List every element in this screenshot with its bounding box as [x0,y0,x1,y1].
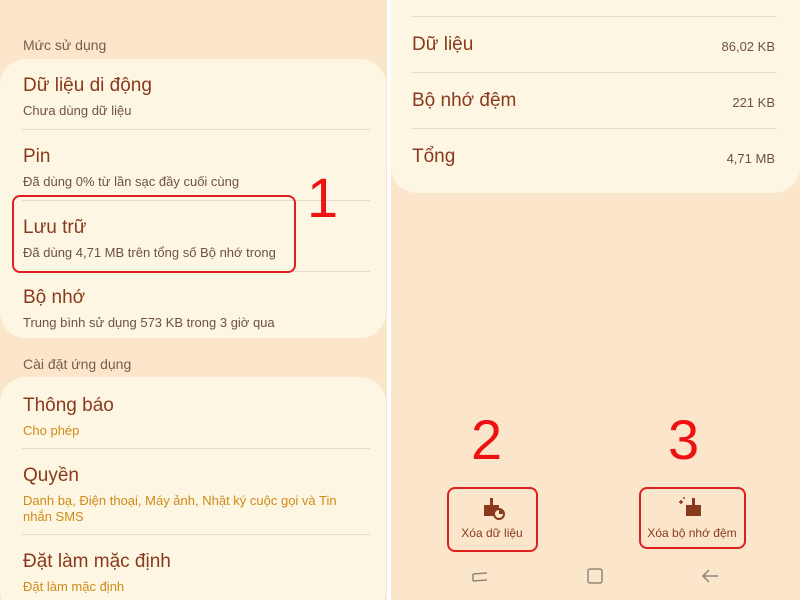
total-label: Tổng [412,146,456,167]
app-info-pane: Mức sử dụng Dữ liệu di động Chưa dùng dữ… [0,0,387,600]
app-settings-section-header: Cài đặt ứng dụng [23,356,132,372]
battery-title: Pin [23,146,51,167]
notifications-sub: Cho phép [23,423,80,438]
data-row: Dữ liệu 86,02 KB [412,34,775,90]
storage-summary-card: Dữ liệu 86,02 KB Bộ nhớ đệm 221 KB Tổng … [391,0,800,193]
back-icon[interactable] [700,567,720,585]
notifications-item[interactable]: Thông báo Cho phép [23,395,368,439]
memory-title: Bộ nhớ [23,287,86,308]
data-value: 86,02 KB [721,39,776,54]
home-icon[interactable] [586,567,604,585]
step-1-label: 1 [307,166,339,229]
set-default-item[interactable]: Đặt làm mặc định Đặt làm mặc định [23,551,368,595]
cache-row: Bộ nhớ đệm 221 KB [412,90,775,146]
permissions-sub: Danh bạ, Điện thoại, Máy ảnh, Nhật ký cu… [23,493,337,524]
cache-label: Bộ nhớ đệm [412,90,517,111]
set-default-sub: Đặt làm mặc định [23,579,125,594]
total-row: Tổng 4,71 MB [412,146,775,202]
permissions-title: Quyền [23,465,79,486]
divider [22,129,370,130]
divider [22,534,370,535]
mobile-data-title: Dữ liệu di động [23,75,152,96]
recent-apps-icon[interactable] [471,568,489,586]
storage-pane: Dữ liệu 86,02 KB Bộ nhớ đệm 221 KB Tổng … [391,0,800,600]
divider [411,72,777,73]
divider [411,16,777,17]
step-2-label: 2 [471,408,503,471]
clear-data-highlight-box [447,487,538,552]
total-value: 4,71 MB [726,151,775,166]
clear-cache-highlight-box [639,487,746,549]
storage-highlight-box [12,195,296,273]
memory-item[interactable]: Bộ nhớ Trung bình sử dụng 573 KB trong 3… [23,287,368,331]
usage-section-header: Mức sử dụng [23,37,107,53]
notifications-title: Thông báo [23,395,114,416]
divider [22,448,370,449]
data-label: Dữ liệu [412,34,474,55]
step-3-label: 3 [668,408,700,471]
divider [411,128,777,129]
set-default-title: Đặt làm mặc định [23,551,171,572]
mobile-data-sub: Chưa dùng dữ liệu [23,103,132,118]
mobile-data-item[interactable]: Dữ liệu di động Chưa dùng dữ liệu [23,75,368,119]
cache-value: 221 KB [732,95,775,110]
permissions-item[interactable]: Quyền Danh bạ, Điện thoại, Máy ảnh, Nhật… [23,465,368,525]
memory-sub: Trung bình sử dụng 573 KB trong 3 giờ qu… [23,315,275,330]
app-settings-card: Thông báo Cho phép Quyền Danh bạ, Điện t… [0,377,386,600]
